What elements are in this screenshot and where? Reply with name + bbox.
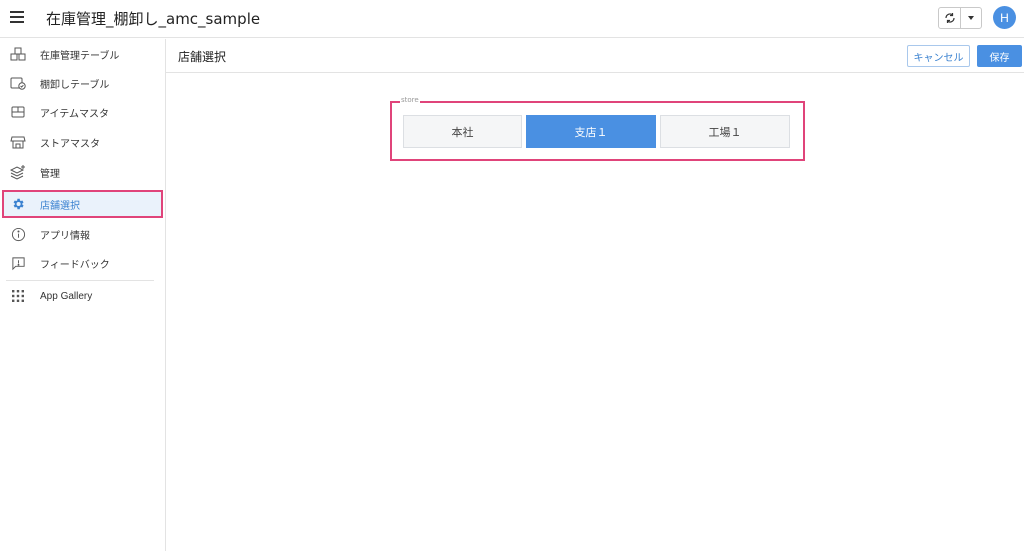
cancel-button[interactable]: キャンセル [907,45,970,67]
top-bar: 在庫管理_棚卸し_amc_sample H [0,0,1024,38]
sync-dropdown-button[interactable] [961,8,981,28]
gear-icon [10,196,26,212]
sidebar-item-label: App Gallery [40,290,93,302]
sidebar-item-store-select[interactable]: 店舗選択 [2,190,163,218]
sync-button-group [938,7,982,29]
sidebar-item-store-master[interactable]: ストアマスタ [2,129,163,155]
info-icon [10,226,26,242]
content-header: 店舗選択 キャンセル 保存 [166,39,1024,73]
page-title: 店舗選択 [178,50,227,64]
store-icon [10,134,26,150]
sidebar-item-app-gallery[interactable]: App Gallery [2,283,163,309]
sidebar-item-label: 管理 [40,168,60,180]
sidebar: 在庫管理テーブル 棚卸しテーブル アイテムマスタ ストアマスタ 管理 店舗選択 [0,39,166,551]
sidebar-item-label: 店舗選択 [40,200,80,212]
sidebar-item-label: アプリ情報 [40,230,90,242]
sync-icon [944,13,955,23]
save-button[interactable]: 保存 [977,45,1022,67]
app-title: 在庫管理_棚卸し_amc_sample [46,10,261,28]
sidebar-item-feedback[interactable]: フィードバック [2,250,163,276]
package-icon [10,104,26,120]
sidebar-item-label: ストアマスタ [40,138,100,150]
sidebar-item-item-master[interactable]: アイテムマスタ [2,99,163,125]
sidebar-item-label: アイテムマスタ [40,108,109,120]
grid-icon [10,288,26,304]
box-check-icon [10,75,26,91]
store-field-label: store [400,96,420,104]
store-option-shiten1[interactable]: 支店１ [526,115,656,148]
menu-icon[interactable] [10,11,24,23]
store-option-honsha[interactable]: 本社 [403,115,522,148]
boxes-icon [10,46,26,62]
store-option-kojo1[interactable]: 工場１ [660,115,790,148]
sidebar-item-app-info[interactable]: アプリ情報 [2,221,163,247]
sync-button[interactable] [939,8,961,28]
sidebar-item-inventory-table[interactable]: 在庫管理テーブル [2,41,163,67]
avatar[interactable]: H [993,6,1016,29]
sidebar-item-label: 棚卸しテーブル [40,79,110,91]
sidebar-item-label: フィードバック [40,259,110,271]
sidebar-item-management[interactable]: 管理 [2,159,163,185]
layers-add-icon [10,164,26,180]
sidebar-item-label: 在庫管理テーブル [40,50,120,62]
feedback-icon [10,255,26,271]
sidebar-item-stocktaking-table[interactable]: 棚卸しテーブル [2,70,163,96]
caret-down-icon [968,16,974,20]
sidebar-divider [6,280,154,281]
